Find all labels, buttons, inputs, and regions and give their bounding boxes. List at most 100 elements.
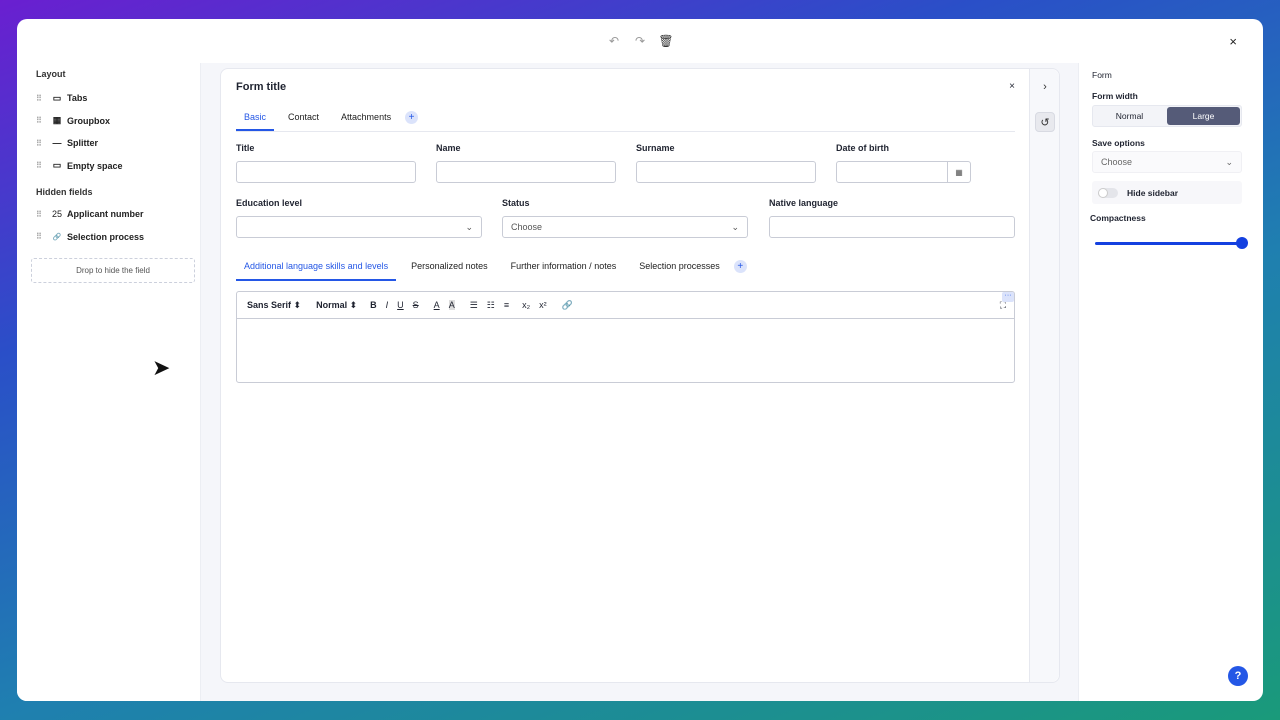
subscript-icon[interactable]: x₂	[522, 300, 530, 310]
drag-handle-icon[interactable]: ⠿	[36, 232, 42, 241]
layout-item-tabs[interactable]: ⠿ ▭ Tabs	[36, 87, 200, 110]
close-window-button[interactable]: ×	[1229, 34, 1237, 49]
link-icon[interactable]: 🔗	[562, 300, 573, 311]
calendar-icon[interactable]: ▦	[947, 162, 970, 182]
item-label: Applicant number	[67, 209, 144, 220]
save-options-label: Save options	[1092, 138, 1145, 148]
add-subtab-button[interactable]: +	[733, 260, 747, 273]
bullet-list-icon[interactable]: ☰	[470, 300, 478, 311]
background-color-icon[interactable]: A	[448, 300, 455, 310]
numbered-list-icon[interactable]: ☷	[487, 300, 495, 311]
drag-handle-icon[interactable]: ⠿	[36, 94, 42, 103]
hide-sidebar-row: Hide sidebar	[1092, 181, 1242, 204]
surname-label: Surname	[636, 143, 675, 153]
layout-item-groupbox[interactable]: ⠿ ▦ Groupbox	[36, 110, 200, 133]
italic-icon[interactable]: I	[386, 300, 389, 310]
item-label: Splitter	[67, 138, 99, 149]
native-language-label: Native language	[769, 198, 839, 208]
title-label: Title	[236, 143, 255, 153]
status-value: Choose	[511, 222, 543, 232]
hidden-fields-heading: Hidden fields	[36, 187, 93, 197]
superscript-icon[interactable]: x²	[539, 300, 547, 310]
card-side-rail: › ↺	[1029, 69, 1059, 682]
save-options-value: Choose	[1101, 157, 1133, 167]
drag-handle-icon[interactable]: ⠿	[36, 210, 42, 219]
dob-label: Date of birth	[836, 143, 889, 153]
font-size-select[interactable]: Normal ⬍	[316, 300, 357, 311]
dob-input[interactable]: ▦	[836, 161, 971, 183]
subtab-language-skills[interactable]: Additional language skills and levels	[236, 255, 397, 281]
hide-sidebar-toggle[interactable]	[1098, 187, 1118, 198]
name-label: Name	[436, 143, 461, 153]
trash-icon[interactable]: 🗑	[658, 34, 673, 48]
title-input[interactable]	[236, 161, 416, 183]
help-button[interactable]: ?	[1228, 666, 1248, 686]
top-toolbar: ↶ ↷ 🗑	[17, 19, 1263, 63]
subtab-further-information[interactable]: Further information / notes	[503, 255, 625, 281]
subtab-selection-processes[interactable]: Selection processes	[631, 255, 728, 281]
chevron-right-icon[interactable]: ›	[1035, 77, 1055, 97]
drag-handle-icon[interactable]: ⠿	[36, 116, 42, 125]
compactness-label: Compactness	[1090, 213, 1146, 223]
close-form-icon[interactable]: ×	[1009, 81, 1015, 92]
name-input[interactable]	[436, 161, 616, 183]
width-normal-option[interactable]: Normal	[1093, 106, 1166, 126]
tab-attachments[interactable]: Attachments	[333, 106, 399, 129]
form-section-heading: Form	[1092, 70, 1112, 80]
splitter-icon: —	[52, 138, 62, 149]
chevron-down-icon: ⌄	[1225, 156, 1233, 167]
chevron-down-icon: ⌄	[731, 221, 739, 232]
align-icon[interactable]: ≡	[504, 300, 509, 310]
form-width-label: Form width	[1092, 91, 1138, 101]
hide-sidebar-label: Hide sidebar	[1127, 187, 1179, 198]
history-icon[interactable]: ↺	[1035, 112, 1055, 132]
form-card: Form title × Basic Contact Attachments +…	[220, 68, 1060, 683]
hidden-item-applicant-number[interactable]: ⠿ 25 Applicant number	[36, 203, 200, 226]
number-icon: 25	[51, 209, 62, 220]
properties-panel: Form Form width Normal Large Save option…	[1078, 63, 1251, 701]
chevron-down-icon: ⌄	[465, 221, 473, 232]
drag-handle-icon[interactable]: ⠿	[36, 139, 42, 148]
sub-tabs: Additional language skills and levels Pe…	[236, 255, 1015, 281]
underline-icon[interactable]: U	[397, 300, 404, 310]
text-color-icon[interactable]: A	[434, 300, 440, 310]
add-tab-button[interactable]: +	[405, 111, 419, 124]
education-select[interactable]: ⌄	[236, 216, 482, 238]
drag-handle-icon[interactable]: ⠿	[36, 161, 42, 170]
layout-item-splitter[interactable]: ⠿ — Splitter	[36, 132, 200, 155]
layout-item-empty-space[interactable]: ⠿ ▭ Empty space	[36, 155, 200, 178]
link-icon: 🔗	[52, 233, 62, 241]
editor-toolbar: Sans Serif ⬍ Normal ⬍ B I U S A A ☰ ☷ ≡ …	[237, 292, 1014, 319]
tab-contact[interactable]: Contact	[280, 106, 327, 129]
strikethrough-icon[interactable]: S	[413, 300, 419, 310]
compactness-slider[interactable]	[1095, 237, 1248, 249]
undo-icon[interactable]: ↶	[607, 34, 621, 48]
tabs-icon: ▭	[52, 92, 62, 103]
education-label: Education level	[236, 198, 303, 208]
canvas-area: Form title × Basic Contact Attachments +…	[201, 63, 1078, 701]
font-family-select[interactable]: Sans Serif ⬍	[247, 300, 301, 311]
surname-input[interactable]	[636, 161, 816, 183]
form-width-toggle: Normal Large	[1092, 105, 1242, 127]
item-label: Tabs	[67, 93, 88, 104]
more-options-button[interactable]: ···	[1002, 292, 1014, 302]
layout-heading: Layout	[36, 69, 66, 79]
slider-handle[interactable]	[1236, 237, 1248, 249]
drop-zone[interactable]: Drop to hide the field	[31, 258, 195, 283]
hidden-item-selection-process[interactable]: ⠿ 🔗 Selection process	[36, 226, 200, 249]
status-label: Status	[502, 198, 530, 208]
save-options-select[interactable]: Choose ⌄	[1092, 151, 1242, 173]
mouse-cursor-icon: ➤	[152, 355, 171, 380]
bold-icon[interactable]: B	[370, 300, 377, 310]
form-title[interactable]: Form title	[236, 81, 286, 93]
native-language-input[interactable]	[769, 216, 1015, 238]
tab-basic[interactable]: Basic	[236, 106, 275, 131]
width-large-option[interactable]: Large	[1167, 107, 1240, 125]
rich-text-editor[interactable]: Sans Serif ⬍ Normal ⬍ B I U S A A ☰ ☷ ≡ …	[236, 291, 1015, 383]
item-label: Selection process	[67, 231, 145, 242]
subtab-personalized-notes[interactable]: Personalized notes	[403, 255, 496, 281]
item-label: Empty space	[67, 160, 123, 171]
redo-icon[interactable]: ↷	[633, 34, 647, 48]
status-select[interactable]: Choose ⌄	[502, 216, 748, 238]
groupbox-icon: ▦	[52, 115, 62, 126]
